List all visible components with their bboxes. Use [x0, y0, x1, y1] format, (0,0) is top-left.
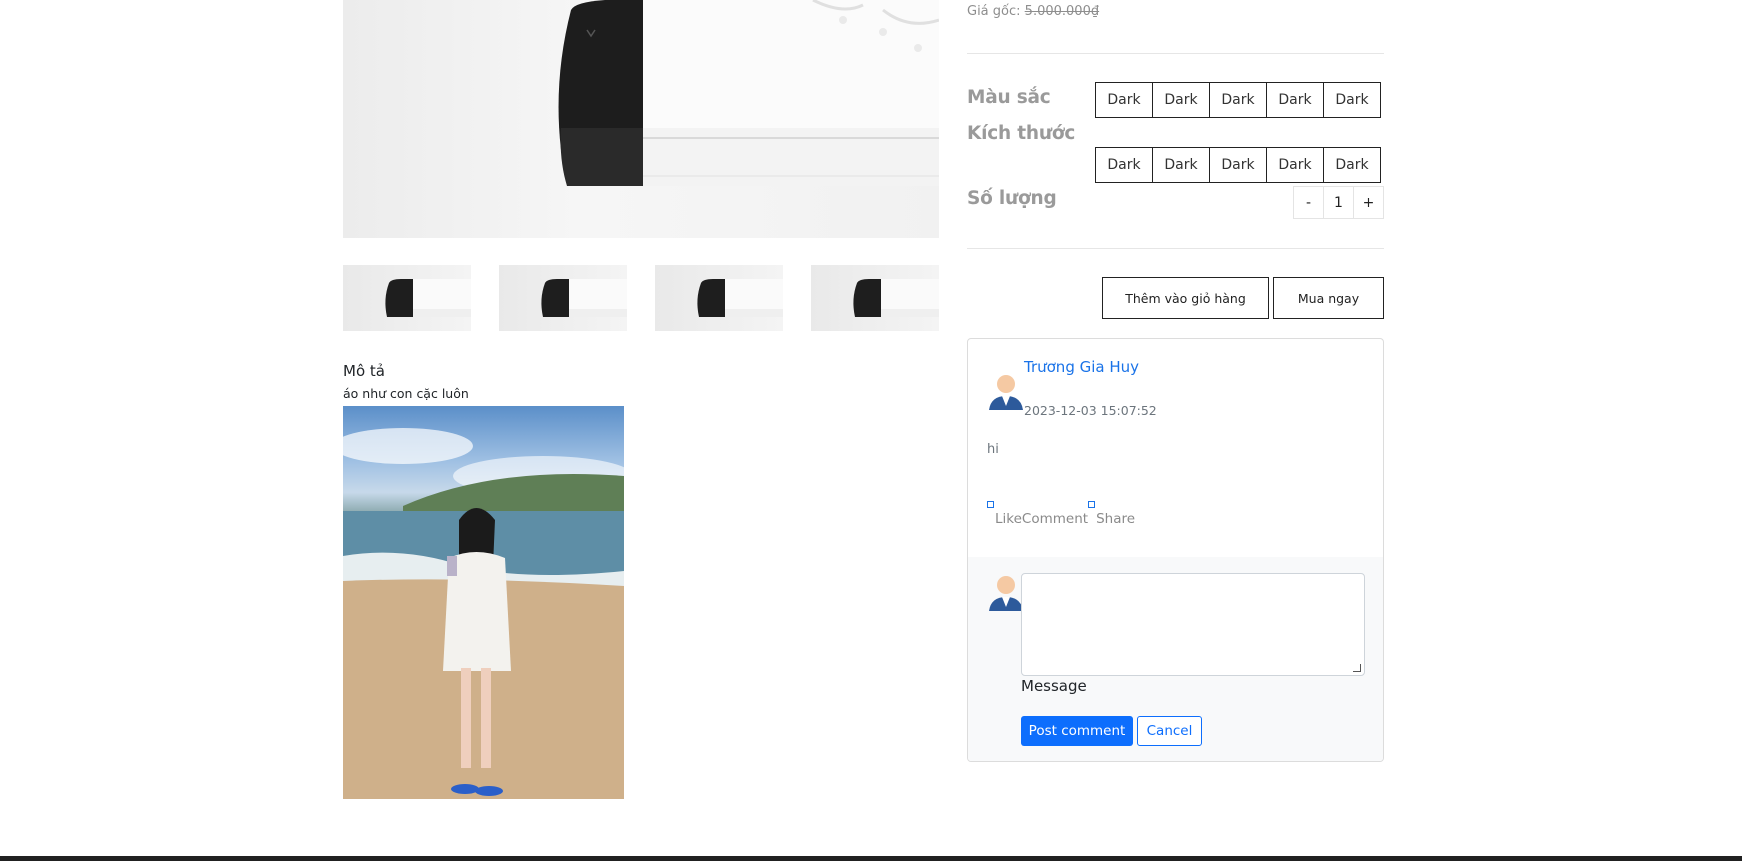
quantity-value[interactable]: 1 [1323, 186, 1354, 219]
share-icon [1088, 501, 1096, 508]
color-options: Dark Dark Dark Dark Dark [1095, 82, 1381, 118]
original-price: Giá gốc: 5.000.000₫ [967, 4, 1099, 19]
product-main-image [343, 0, 939, 238]
description-text: áo như con cặc luôn [343, 386, 469, 401]
comment-body: hi [987, 442, 999, 457]
footer-bar [0, 856, 1742, 861]
thumbnail-2[interactable] [499, 265, 627, 331]
size-options: Dark Dark Dark Dark Dark [1095, 147, 1381, 183]
user-avatar-icon [987, 573, 1025, 611]
comment-author[interactable]: Trương Gia Huy [1024, 358, 1139, 376]
comment-card: Trương Gia Huy 2023-12-03 15:07:52 hi Li… [967, 338, 1384, 762]
size-label: Kích thước [967, 123, 1076, 144]
message-label: Message [1021, 677, 1087, 695]
color-option-5[interactable]: Dark [1323, 82, 1381, 118]
message-textarea[interactable] [1021, 573, 1365, 676]
original-price-label: Giá gốc: [967, 4, 1021, 19]
size-option-2[interactable]: Dark [1152, 147, 1210, 183]
sneaker-image [558, 0, 939, 186]
comment-timestamp: 2023-12-03 15:07:52 [1024, 403, 1157, 418]
comment-actions: Like Comment Share [987, 501, 1135, 527]
divider-middle [967, 248, 1384, 249]
color-label: Màu sắc [967, 87, 1051, 108]
description-photo [343, 406, 624, 799]
post-comment-button[interactable]: Post comment [1021, 716, 1133, 746]
thumbnail-1[interactable] [343, 265, 471, 331]
size-option-3[interactable]: Dark [1209, 147, 1267, 183]
like-button[interactable]: Like [995, 511, 1022, 527]
quantity-minus-button[interactable]: - [1293, 186, 1324, 219]
quantity-label: Số lượng [967, 188, 1057, 209]
like-icon [987, 501, 994, 508]
size-option-4[interactable]: Dark [1266, 147, 1324, 183]
color-option-2[interactable]: Dark [1152, 82, 1210, 118]
color-option-4[interactable]: Dark [1266, 82, 1324, 118]
thumbnail-strip [343, 265, 939, 331]
quantity-plus-button[interactable]: + [1353, 186, 1384, 219]
thumbnail-3[interactable] [655, 265, 783, 331]
user-avatar-icon [987, 372, 1025, 410]
thumbnail-4[interactable] [811, 265, 939, 331]
size-option-1[interactable]: Dark [1095, 147, 1153, 183]
size-option-5[interactable]: Dark [1323, 147, 1381, 183]
color-option-1[interactable]: Dark [1095, 82, 1153, 118]
share-button[interactable]: Share [1096, 511, 1135, 527]
description-heading: Mô tả [343, 362, 385, 380]
comment-button[interactable]: Comment [1022, 511, 1088, 527]
quantity-stepper: - 1 + [1293, 186, 1384, 219]
divider-top [967, 53, 1384, 54]
original-price-value: 5.000.000₫ [1024, 4, 1100, 19]
color-option-3[interactable]: Dark [1209, 82, 1267, 118]
buy-now-button[interactable]: Mua ngay [1273, 277, 1384, 319]
cancel-button[interactable]: Cancel [1137, 716, 1202, 746]
add-to-cart-button[interactable]: Thêm vào giỏ hàng [1102, 277, 1269, 319]
